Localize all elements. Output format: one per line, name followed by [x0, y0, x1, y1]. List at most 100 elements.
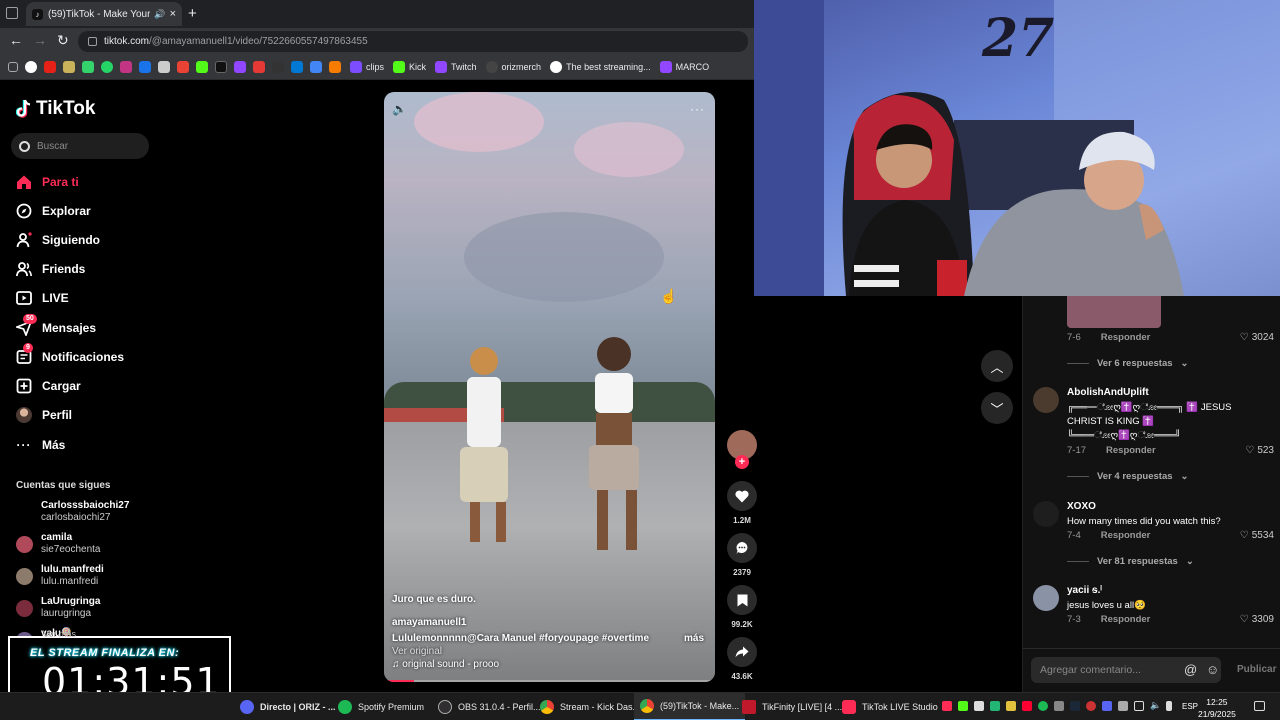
video-player[interactable]: 🔈 ··· Juro que es duro. amayamanuell1 Lu…	[384, 92, 715, 682]
comment-likes[interactable]: ♡ 3309	[1240, 614, 1274, 625]
tab-tiktok[interactable]: ♪ (59)TikTok - Make Your Day 🔊 ×	[26, 2, 182, 26]
bookmark-icon[interactable]	[177, 61, 189, 73]
site-info-icon[interactable]	[88, 37, 97, 46]
tab-close-icon[interactable]: ×	[170, 8, 176, 20]
follow-plus-icon[interactable]: +	[735, 455, 749, 469]
instagram-icon[interactable]	[120, 61, 132, 73]
taskbar-app-obs[interactable]: OBS 31.0.4 - Perfil...	[434, 693, 545, 720]
tray-app-icon[interactable]	[990, 701, 1000, 711]
nav-upload[interactable]: Cargar	[16, 378, 81, 394]
battery-icon[interactable]	[1166, 701, 1172, 711]
view-replies-button[interactable]: Ver 6 respuestas ⌄	[1067, 358, 1189, 369]
address-bar[interactable]: tiktok.com /@amayamanuell1/video/7522660…	[78, 31, 748, 52]
nav-friends[interactable]: Friends	[16, 261, 85, 277]
bookmark-icon[interactable]	[139, 61, 151, 73]
back-icon[interactable]: ←	[9, 32, 23, 48]
tray-app-icon[interactable]	[1054, 701, 1064, 711]
new-tab-button[interactable]: +	[188, 5, 197, 22]
bookmark-icon[interactable]	[158, 61, 170, 73]
author-avatar-button[interactable]: +	[726, 430, 758, 469]
reply-button[interactable]: Responder	[1101, 614, 1151, 625]
tray-spotify-icon[interactable]	[1038, 701, 1048, 711]
tab-search-icon[interactable]	[6, 7, 18, 19]
taskbar-app-spotify[interactable]: Spotify Premium	[334, 693, 428, 720]
avatar[interactable]	[1033, 501, 1059, 527]
comment-username[interactable]: AbolishAndUplift	[1067, 387, 1149, 398]
publish-button[interactable]: Publicar	[1237, 664, 1276, 675]
bookmark-icon[interactable]	[253, 61, 265, 73]
view-replies-button[interactable]: Ver 81 respuestas ⌄	[1067, 556, 1194, 567]
like-button[interactable]: 1.2M	[726, 481, 758, 525]
bookmark-icon[interactable]	[63, 61, 75, 73]
bookmark-icon[interactable]	[329, 61, 341, 73]
following-account[interactable]: camila sie7eochenta	[16, 532, 101, 556]
see-more-link[interactable]: Ver más	[43, 629, 76, 639]
apps-icon[interactable]	[8, 62, 18, 72]
taskbar-app-tiktok-live[interactable]: TikTok LIVE Studio	[838, 693, 942, 720]
bookmark-marco[interactable]: MARCO	[659, 61, 709, 73]
bookmark-orizmerch[interactable]: orizmerch	[485, 61, 541, 73]
bookmark-icon[interactable]	[196, 61, 208, 73]
bookmark-icon[interactable]	[310, 61, 322, 73]
mention-icon[interactable]: @	[1184, 662, 1197, 677]
reply-button[interactable]: Responder	[1101, 332, 1151, 343]
taskbar-app-chrome-kick[interactable]: Stream - Kick Das...	[536, 693, 644, 720]
tray-discord-icon[interactable]	[1102, 701, 1112, 711]
reply-button[interactable]: Responder	[1106, 445, 1156, 456]
search-input[interactable]: Buscar	[11, 133, 149, 159]
nav-following[interactable]: Siguiendo	[16, 232, 100, 248]
comment-username[interactable]: yacii ᵴ.ˡ	[1067, 585, 1102, 596]
bookmark-clips[interactable]: clips	[350, 61, 384, 73]
bookmark-icon[interactable]	[234, 61, 246, 73]
comment-likes[interactable]: ♡ 5534	[1240, 530, 1274, 541]
youtube-icon[interactable]	[44, 61, 56, 73]
save-button[interactable]: 99.2K	[726, 585, 758, 629]
share-button[interactable]: 43.6K	[726, 637, 758, 681]
avatar[interactable]	[1033, 387, 1059, 413]
notifications-center-icon[interactable]	[1254, 701, 1265, 711]
nav-more[interactable]: ··· Más	[16, 437, 66, 453]
video-author[interactable]: amayamanuell1	[392, 617, 467, 628]
comment-button[interactable]: 2379	[726, 533, 758, 577]
following-account[interactable]: Carlosssbaiochi27 carlosbaiochi27	[16, 500, 129, 524]
following-account[interactable]: lulu.manfredi lulu.manfredi	[16, 564, 104, 588]
tiktok-icon[interactable]	[215, 61, 227, 73]
volume-icon[interactable]: 🔈	[1150, 700, 1161, 710]
bookmark-icon[interactable]	[272, 61, 284, 73]
nav-messages[interactable]: 50 Mensajes	[16, 314, 96, 336]
bookmark-twitch[interactable]: Twitch	[435, 61, 477, 73]
forward-icon[interactable]: →	[33, 32, 47, 48]
nav-live[interactable]: LIVE	[16, 290, 69, 306]
tray-tiktok-icon[interactable]	[942, 701, 952, 711]
taskbar-clock[interactable]: 12:25 21/9/2025	[1198, 696, 1236, 720]
audio-playing-icon[interactable]: 🔊	[154, 9, 165, 20]
tray-app-icon[interactable]	[1022, 701, 1032, 711]
reply-button[interactable]: Responder	[1101, 530, 1151, 541]
volume-icon[interactable]: 🔈	[392, 102, 407, 116]
taskbar-app-discord[interactable]: Directo | ORIZ - ...	[236, 693, 340, 720]
outlook-icon[interactable]	[291, 61, 303, 73]
input-language[interactable]: ESP	[1182, 702, 1198, 711]
bookmark-streaming[interactable]: The best streaming...	[550, 61, 651, 73]
comment-username[interactable]: XOXO	[1067, 501, 1096, 512]
more-options-icon[interactable]: ···	[690, 102, 705, 116]
tiktok-logo[interactable]: TikTok	[16, 98, 95, 120]
video-sound[interactable]: ♫ original sound - prooo	[392, 659, 499, 670]
google-icon[interactable]	[25, 61, 37, 73]
view-replies-button[interactable]: Ver 4 respuestas ⌄	[1067, 471, 1189, 482]
emoji-icon[interactable]: ☺	[1206, 662, 1219, 677]
nav-profile[interactable]: Perfil	[16, 407, 72, 423]
bookmark-kick[interactable]: Kick	[393, 61, 426, 73]
tray-app-icon[interactable]	[1006, 701, 1016, 711]
see-original-link[interactable]: Ver original	[392, 646, 442, 657]
tray-app-icon[interactable]	[1086, 701, 1096, 711]
whatsapp-icon[interactable]	[101, 61, 113, 73]
taskbar-app-tikfinity[interactable]: TikFinity [LIVE] [4 ...	[738, 693, 846, 720]
comment-likes[interactable]: ♡ 3024	[1240, 332, 1274, 343]
next-video-button[interactable]: ﹀	[981, 392, 1013, 424]
avatar[interactable]	[1033, 585, 1059, 611]
tray-steam-icon[interactable]	[1070, 701, 1080, 711]
comment-input[interactable]: Agregar comentario... @ ☺	[1031, 657, 1221, 683]
comment-likes[interactable]: ♡ 523	[1245, 445, 1274, 456]
tray-app-icon[interactable]	[1118, 701, 1128, 711]
